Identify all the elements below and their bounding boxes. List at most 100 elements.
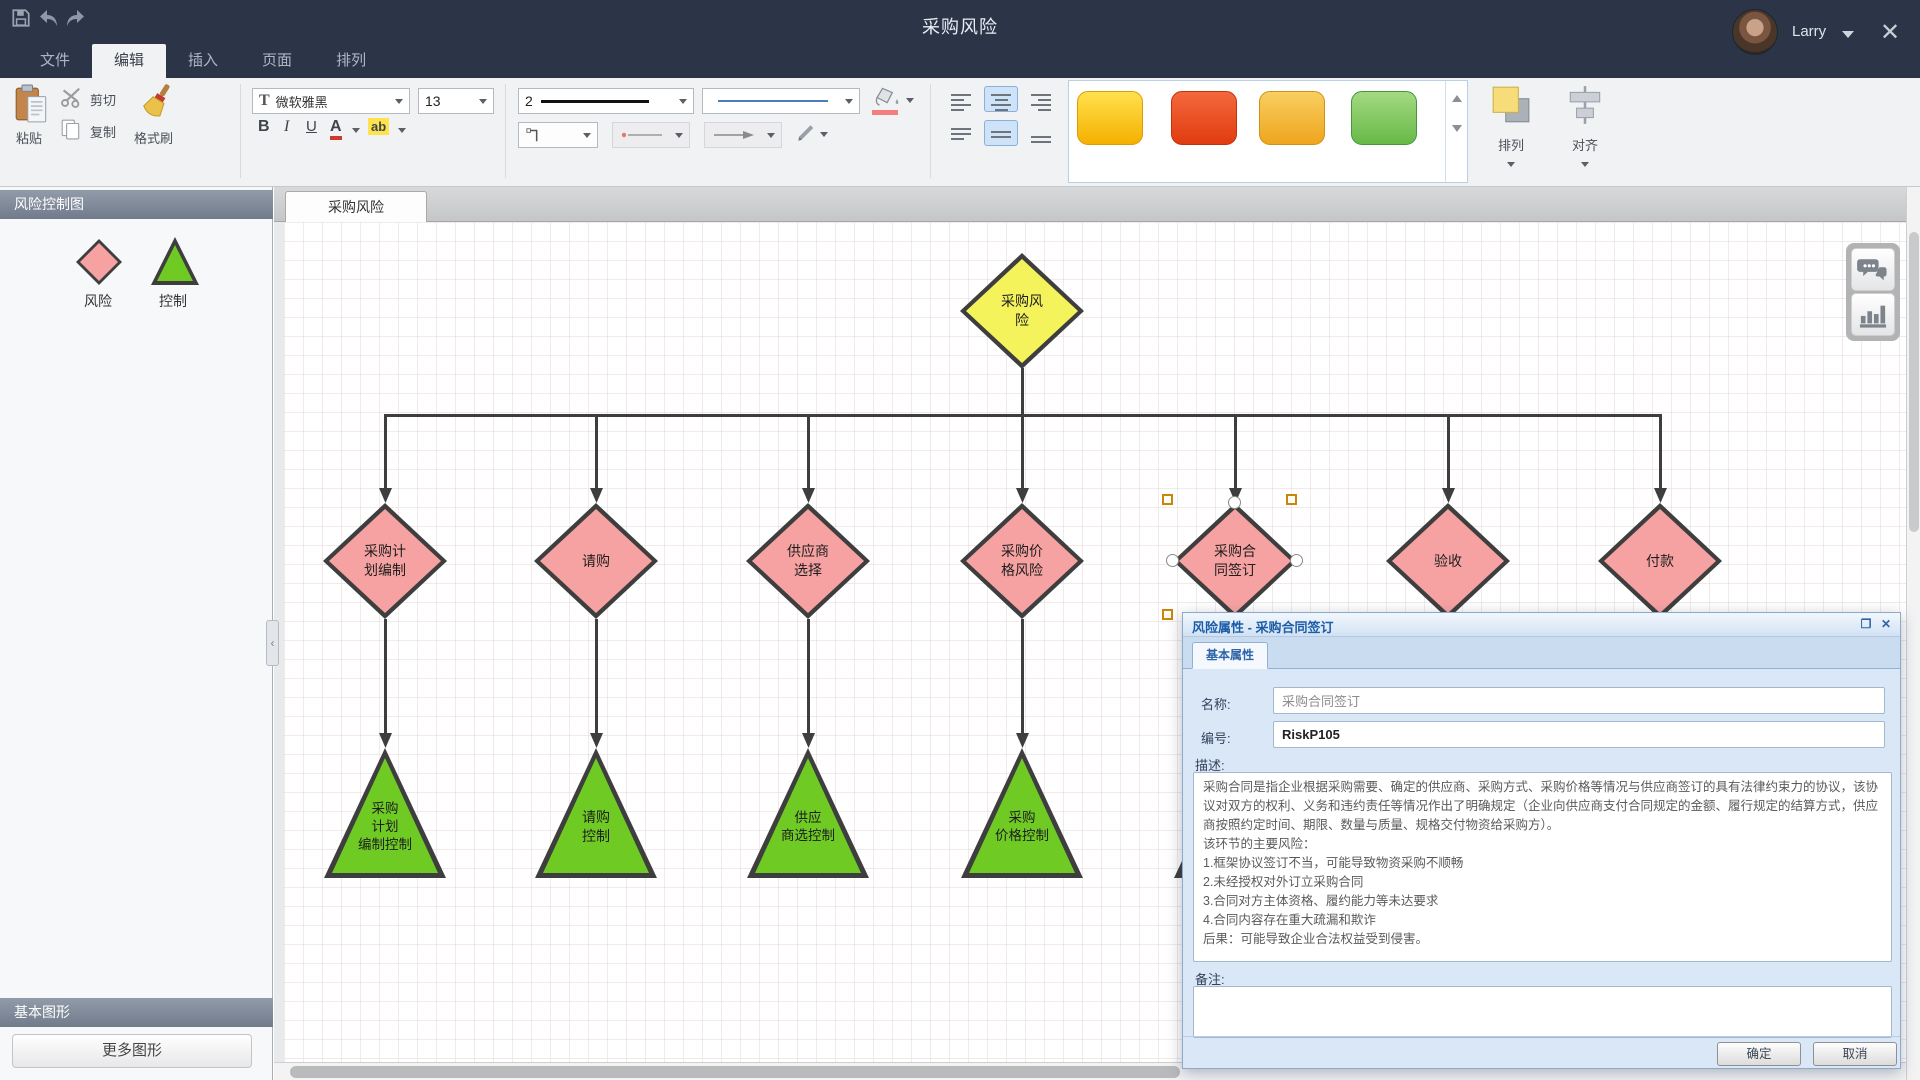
align-text-middle-button[interactable]	[984, 120, 1018, 146]
connector-drop[interactable]	[595, 414, 598, 488]
connection-point-top[interactable]	[1228, 496, 1241, 509]
paste-button[interactable]: 粘贴	[16, 128, 42, 147]
connector-drop[interactable]	[384, 414, 387, 488]
align-button[interactable]: 对齐	[1552, 82, 1618, 182]
node-risk-price[interactable]: 采购价 格风险	[960, 503, 1084, 619]
line-color-select[interactable]	[702, 88, 860, 114]
line-end-select[interactable]	[704, 122, 782, 148]
page-tab[interactable]: 采购风险	[285, 191, 427, 222]
stencil-header[interactable]: 风险控制图	[0, 190, 273, 219]
user-menu-caret-icon[interactable]	[1842, 31, 1854, 38]
bold-button[interactable]: B	[258, 118, 270, 136]
line-width-select[interactable]: 2	[518, 88, 694, 114]
node-control-supplier[interactable]: 供应 商选控制	[747, 748, 869, 878]
arrange-button[interactable]: 排列	[1478, 82, 1544, 182]
menu-tab-arrange[interactable]: 排列	[314, 44, 388, 78]
sidebar-collapse-handle[interactable]: ‹	[266, 620, 279, 666]
align-text-bottom-button[interactable]	[1024, 120, 1058, 146]
vertical-scrollbar[interactable]	[1906, 187, 1920, 1080]
format-painter-icon[interactable]	[140, 80, 176, 122]
swatch-scroll-up-icon[interactable]	[1452, 95, 1462, 102]
dialog-title-bar[interactable]: 风险属性 - 采购合同签订 ❐ ✕	[1183, 613, 1900, 637]
connector-type-select[interactable]	[518, 122, 598, 148]
underline-button[interactable]: U	[306, 118, 317, 135]
basic-shapes-header[interactable]: 基本图形	[0, 998, 273, 1027]
theme-swatch-amber[interactable]	[1259, 91, 1325, 145]
connector-risk-control[interactable]	[595, 619, 598, 734]
selection-handle-bottom-left[interactable]	[1162, 609, 1173, 620]
undo-icon[interactable]	[38, 7, 60, 29]
node-control-plan[interactable]: 采购 计划 编制控制	[324, 748, 446, 878]
font-size-select[interactable]: 13	[418, 88, 494, 114]
cancel-button[interactable]: 取消	[1813, 1042, 1897, 1066]
align-text-top-button[interactable]	[944, 120, 978, 146]
node-risk-requisition[interactable]: 请购	[534, 503, 658, 619]
redo-icon[interactable]	[64, 7, 86, 29]
user-name[interactable]: Larry	[1792, 23, 1826, 40]
dialog-tab-basic[interactable]: 基本属性	[1192, 642, 1268, 669]
cut-icon[interactable]	[60, 86, 84, 108]
connector-drop[interactable]	[1234, 414, 1237, 488]
avatar[interactable]	[1732, 9, 1778, 55]
line-begin-select[interactable]	[612, 122, 690, 148]
dialog-restore-icon[interactable]: ❐	[1858, 617, 1874, 632]
code-input[interactable]	[1273, 721, 1885, 748]
menu-tab-insert[interactable]: 插入	[166, 44, 240, 78]
connector-risk-control[interactable]	[807, 619, 810, 734]
connector-drop[interactable]	[1021, 414, 1024, 488]
ok-button[interactable]: 确定	[1717, 1042, 1801, 1066]
font-color-caret-icon[interactable]	[352, 128, 360, 133]
format-painter-button[interactable]: 格式刷	[134, 128, 173, 147]
vertical-scrollbar-thumb[interactable]	[1909, 232, 1919, 532]
stencil-shape-control[interactable]	[151, 237, 199, 285]
connector-drop[interactable]	[807, 414, 810, 488]
theme-swatch-red[interactable]	[1171, 91, 1237, 145]
node-risk-plan[interactable]: 采购计 划编制	[323, 503, 447, 619]
selection-handle-top-right[interactable]	[1286, 494, 1297, 505]
menu-tab-page[interactable]: 页面	[240, 44, 314, 78]
align-text-right-button[interactable]	[1024, 86, 1058, 112]
connector-root-stub[interactable]	[1021, 368, 1024, 416]
pen-caret-icon[interactable]	[820, 132, 828, 137]
node-risk-acceptance[interactable]: 验收	[1386, 503, 1510, 619]
connector-drop[interactable]	[1659, 414, 1662, 488]
italic-button[interactable]: I	[284, 118, 289, 136]
name-input[interactable]	[1273, 687, 1885, 714]
menu-tab-edit[interactable]: 编辑	[92, 44, 166, 78]
connection-point-left[interactable]	[1166, 554, 1179, 567]
copy-icon[interactable]	[60, 118, 82, 140]
node-risk-supplier[interactable]: 供应商 选择	[746, 503, 870, 619]
stencil-shape-risk[interactable]	[76, 239, 122, 285]
node-root-risk[interactable]: 采购风 险	[960, 253, 1084, 369]
node-control-requisition[interactable]: 请购 控制	[535, 748, 657, 878]
dialog-close-icon[interactable]: ✕	[1878, 617, 1894, 632]
comments-button[interactable]	[1851, 248, 1895, 291]
close-icon[interactable]: ✕	[1880, 18, 1900, 47]
note-textarea[interactable]	[1193, 986, 1892, 1038]
fill-color-icon[interactable]	[872, 86, 902, 110]
node-risk-payment[interactable]: 付款	[1598, 503, 1722, 619]
node-risk-contract[interactable]: 采购合 同签订	[1173, 503, 1297, 619]
align-text-center-button[interactable]	[984, 86, 1018, 112]
save-icon[interactable]	[10, 7, 32, 29]
highlight-button[interactable]: ab	[368, 118, 389, 135]
cut-button[interactable]: 剪切	[90, 90, 116, 109]
theme-swatch-yellow[interactable]	[1077, 91, 1143, 145]
copy-button[interactable]: 复制	[90, 122, 116, 141]
selection-handle-top-left[interactable]	[1162, 494, 1173, 505]
node-control-price[interactable]: 采购 价格控制	[961, 748, 1083, 878]
align-text-left-button[interactable]	[944, 86, 978, 112]
menu-tab-file[interactable]: 文件	[18, 44, 92, 78]
swatch-scroll-down-icon[interactable]	[1452, 125, 1462, 132]
connector-risk-control[interactable]	[384, 619, 387, 734]
description-textarea[interactable]: 采购合同是指企业根据采购需要、确定的供应商、采购方式、采购价格等情况与供应商签订…	[1193, 772, 1892, 962]
fill-color-caret-icon[interactable]	[906, 98, 914, 103]
connector-risk-control[interactable]	[1021, 619, 1024, 734]
connection-point-right[interactable]	[1290, 554, 1303, 567]
pen-icon[interactable]	[794, 122, 816, 144]
chart-button[interactable]	[1851, 293, 1895, 336]
paste-icon[interactable]	[14, 84, 50, 124]
theme-swatch-green[interactable]	[1351, 91, 1417, 145]
connector-drop[interactable]	[1447, 414, 1450, 488]
highlight-caret-icon[interactable]	[398, 128, 406, 133]
